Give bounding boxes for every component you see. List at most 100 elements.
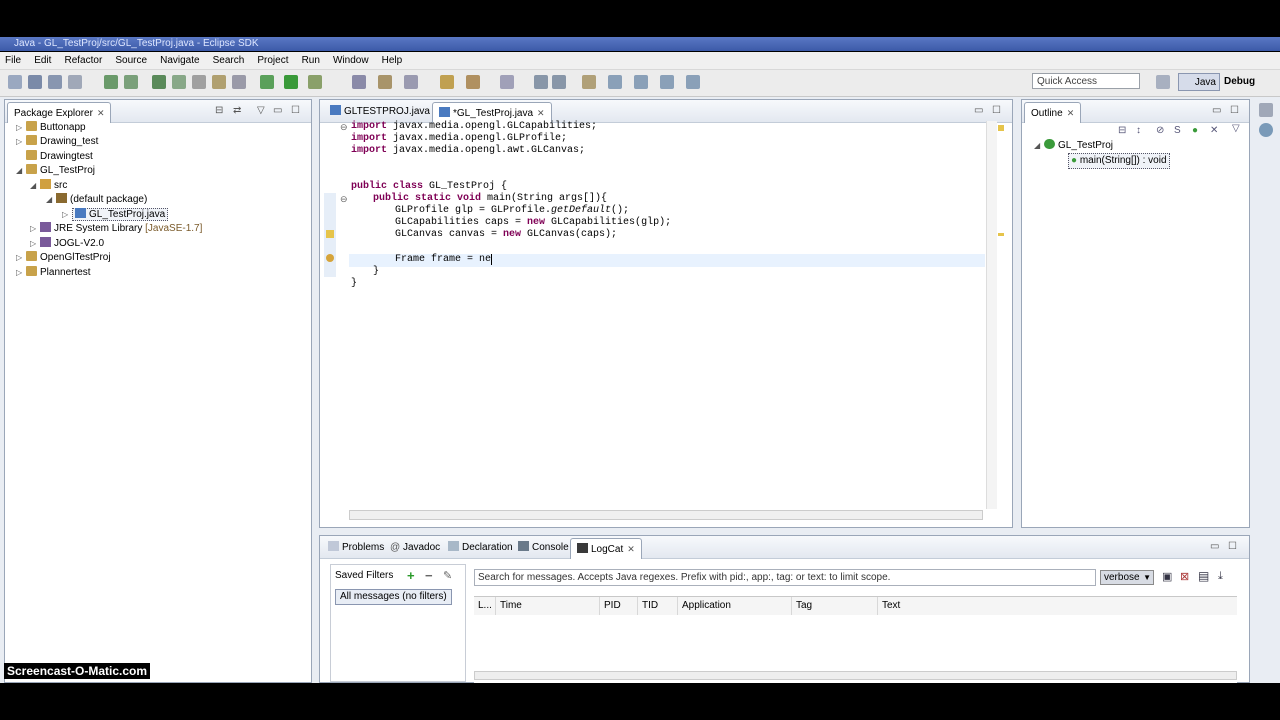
tree-item-default-package[interactable]: ◢ (default package) — [46, 193, 147, 207]
column-tid[interactable]: TID — [638, 597, 678, 615]
menu-window[interactable]: Window — [328, 52, 374, 69]
run-icon[interactable] — [284, 75, 298, 89]
forward-history-icon[interactable] — [686, 75, 700, 89]
task-icon[interactable] — [466, 75, 480, 89]
collapse-icon[interactable]: ◢ — [16, 164, 26, 178]
forward-icon[interactable] — [634, 75, 648, 89]
tree-item-jogl[interactable]: ▷ JOGL-V2.0 — [30, 237, 104, 251]
save-log-icon[interactable]: ▣ — [1162, 570, 1172, 583]
outline-class[interactable]: ◢ GL_TestProj — [1034, 139, 1113, 153]
hide-local-types-icon[interactable]: ✕ — [1210, 125, 1218, 136]
column-application[interactable]: Application — [678, 597, 792, 615]
lint-icon[interactable] — [192, 75, 206, 89]
clear-log-icon[interactable]: ⊠ — [1180, 570, 1189, 583]
overview-warning-marker[interactable] — [998, 125, 1004, 131]
restore-icon[interactable] — [1259, 103, 1273, 117]
tree-item-drawingtest[interactable]: Drawingtest — [16, 150, 93, 164]
minimize-icon[interactable]: ▭ — [273, 105, 282, 116]
debug-perspective-button[interactable]: Debug — [1224, 73, 1278, 91]
minimize-icon[interactable]: ▭ — [1210, 541, 1219, 552]
new-icon[interactable] — [8, 75, 22, 89]
android-project-icon[interactable] — [152, 75, 166, 89]
toggle-mark-icon[interactable] — [500, 75, 514, 89]
tree-item-buttonapp[interactable]: ▷ Buttonapp — [16, 121, 86, 135]
column-text[interactable]: Text — [878, 597, 1237, 615]
tab-javadoc[interactable]: @ Javadoc — [384, 538, 446, 558]
menu-help[interactable]: Help — [377, 52, 408, 69]
editor-tab-gl-testproj[interactable]: *GL_TestProj.java ✕ — [432, 102, 552, 123]
close-icon[interactable]: ✕ — [537, 108, 545, 118]
print-icon[interactable] — [68, 75, 82, 89]
menu-navigate[interactable]: Navigate — [155, 52, 204, 69]
maximize-icon[interactable]: ☐ — [291, 105, 300, 116]
menu-edit[interactable]: Edit — [29, 52, 56, 69]
outline-tab[interactable]: Outline ✕ — [1024, 102, 1082, 123]
run-external-icon[interactable] — [308, 75, 322, 89]
maximize-icon[interactable]: ☐ — [1230, 105, 1239, 116]
android-sdk-icon[interactable] — [104, 75, 118, 89]
expand-icon[interactable]: ▷ — [30, 237, 40, 251]
scroll-lock-icon[interactable]: ⤓ — [1218, 570, 1223, 583]
hide-nonpublic-icon[interactable]: ● — [1192, 125, 1198, 136]
expand-icon[interactable]: ▷ — [30, 222, 40, 236]
close-icon[interactable]: ✕ — [97, 108, 105, 118]
collapse-all-icon[interactable]: ⊟ — [215, 105, 223, 116]
prev-annotation-icon[interactable] — [552, 75, 566, 89]
last-edit-icon[interactable] — [582, 75, 596, 89]
view-menu-icon[interactable]: ▽ — [1232, 123, 1240, 134]
remove-filter-icon[interactable]: − — [425, 568, 433, 583]
tab-console[interactable]: Console — [512, 538, 575, 558]
close-icon[interactable]: ✕ — [627, 544, 635, 554]
column-time[interactable]: Time — [496, 597, 600, 615]
java-perspective-button[interactable]: Java — [1178, 73, 1220, 91]
code-editor[interactable]: import javax.media.opengl.GLCapabilities… — [349, 121, 985, 509]
sort-icon[interactable]: ↕ — [1136, 125, 1141, 136]
expand-icon[interactable]: ▷ — [16, 121, 26, 135]
tree-item-jre-library[interactable]: ▷ JRE System Library [JavaSE-1.7] — [30, 222, 202, 236]
menu-refactor[interactable]: Refactor — [59, 52, 107, 69]
maximize-icon[interactable]: ☐ — [992, 105, 1001, 116]
column-level[interactable]: L... — [474, 597, 496, 615]
hide-fields-icon[interactable]: ⊘ — [1156, 125, 1164, 136]
save-icon[interactable] — [28, 75, 42, 89]
sdk-icon[interactable] — [232, 75, 246, 89]
new-class-icon[interactable] — [352, 75, 366, 89]
view-menu-icon[interactable]: ▽ — [257, 105, 265, 116]
all-messages-filter[interactable]: All messages (no filters) — [335, 589, 452, 605]
expand-icon[interactable]: ▷ — [16, 251, 26, 265]
quick-access-input[interactable]: Quick Access — [1032, 73, 1140, 89]
task-list-icon[interactable] — [1259, 123, 1273, 137]
menu-file[interactable]: File — [0, 52, 26, 69]
close-icon[interactable]: ✕ — [1067, 108, 1075, 118]
expand-icon[interactable]: ▷ — [16, 266, 26, 280]
link-editor-icon[interactable]: ⇄ — [233, 105, 241, 116]
back-history-icon[interactable] — [660, 75, 674, 89]
tab-declaration[interactable]: Declaration — [442, 538, 519, 558]
next-annotation-icon[interactable] — [534, 75, 548, 89]
android-test-icon[interactable] — [172, 75, 186, 89]
collapse-icon[interactable]: ◢ — [1034, 139, 1044, 153]
log-level-select[interactable]: verbose ▼ — [1100, 570, 1154, 585]
xml-icon[interactable] — [212, 75, 226, 89]
minimize-icon[interactable]: ▭ — [1212, 105, 1221, 116]
tab-logcat[interactable]: LogCat ✕ — [570, 538, 642, 559]
open-perspective-icon[interactable] — [1156, 75, 1170, 89]
expand-icon[interactable]: ▷ — [62, 208, 72, 222]
fold-icon[interactable]: ⊖ — [324, 121, 348, 133]
collapse-icon[interactable]: ◢ — [46, 193, 56, 207]
avd-manager-icon[interactable] — [124, 75, 138, 89]
menu-project[interactable]: Project — [252, 52, 293, 69]
collapse-all-icon[interactable]: ⊟ — [1118, 125, 1126, 136]
editor-vertical-scrollbar[interactable] — [986, 121, 997, 509]
minimize-icon[interactable]: ▭ — [974, 105, 983, 116]
hide-static-icon[interactable]: S — [1174, 125, 1181, 136]
menu-source[interactable]: Source — [110, 52, 152, 69]
editor-tab-gltestproj[interactable]: GLTESTPROJ.java — [324, 102, 436, 122]
editor-horizontal-scrollbar[interactable] — [349, 510, 983, 520]
open-type-icon[interactable] — [378, 75, 392, 89]
tree-item-drawing-test[interactable]: ▷ Drawing_test — [16, 135, 98, 149]
tree-item-opengltestproj[interactable]: ▷ OpenGlTestProj — [16, 251, 111, 265]
outline-method[interactable]: ● main(String[]) : void — [1068, 153, 1170, 169]
tree-item-plannertest[interactable]: ▷ Plannertest — [16, 266, 91, 280]
logcat-search-input[interactable]: Search for messages. Accepts Java regexe… — [474, 569, 1096, 586]
